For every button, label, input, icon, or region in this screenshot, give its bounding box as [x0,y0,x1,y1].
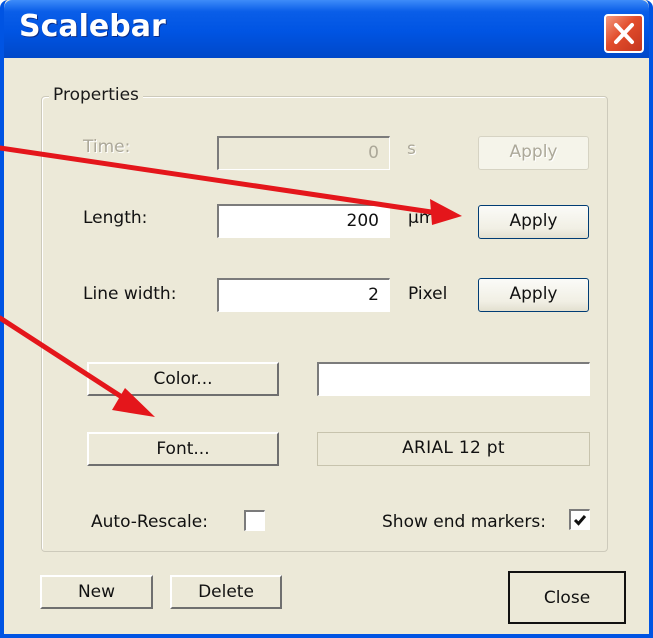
font-display: ARIAL 12 pt [317,432,590,466]
auto-rescale-checkbox[interactable] [244,510,265,531]
line-width-field[interactable]: 2 [217,278,390,312]
time-unit: s [407,139,416,159]
show-end-markers-label: Show end markers: [382,512,546,532]
close-icon [614,23,634,44]
length-label: Length: [83,208,148,228]
time-field: 0 [217,136,390,170]
screenshot-canvas: Scalebar Properties Time: 0 s Apply Leng… [0,0,653,638]
auto-rescale-label: Auto-Rescale: [91,512,208,532]
time-label: Time: [83,137,131,157]
titlebar[interactable]: Scalebar [4,0,649,58]
delete-button[interactable]: Delete [170,575,282,609]
new-button[interactable]: New [40,575,153,609]
checkmark-icon [573,515,587,526]
close-window-button[interactable] [604,14,644,53]
length-field[interactable]: 200 [217,204,390,238]
close-button[interactable]: Close [508,571,626,624]
font-button[interactable]: Font... [87,432,279,466]
time-apply-button: Apply [478,136,589,170]
length-apply-button[interactable]: Apply [478,205,589,239]
properties-legend: Properties [49,84,143,106]
color-swatch [317,362,590,396]
scalebar-dialog: Scalebar Properties Time: 0 s Apply Leng… [0,0,653,638]
color-button[interactable]: Color... [87,362,279,396]
line-width-apply-button[interactable]: Apply [478,278,589,312]
length-unit: µm [408,208,436,228]
window-title: Scalebar [19,9,166,44]
line-width-unit: Pixel [408,284,448,304]
line-width-label: Line width: [83,284,177,304]
show-end-markers-checkbox[interactable] [569,509,590,530]
